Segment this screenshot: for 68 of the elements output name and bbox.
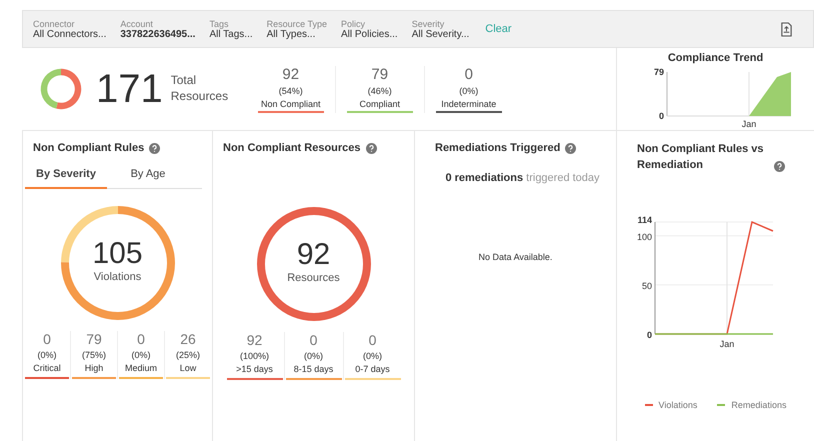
- legend-label: Violations: [658, 400, 698, 410]
- stat-percent: (75%): [82, 350, 106, 360]
- axis-tick-label: 0: [646, 330, 652, 340]
- filter-dropdown[interactable]: Connector All Connectors...: [33, 18, 106, 40]
- axis-tick-label: 100: [636, 232, 652, 242]
- stat-label: >15 days: [236, 364, 273, 374]
- stat-value: 0: [137, 331, 145, 347]
- chart-title: Compliance Trend: [668, 52, 764, 64]
- total-count: 171: [96, 66, 163, 112]
- stat-percent: (54%): [278, 86, 303, 96]
- donut-slice: [40, 68, 61, 109]
- help-icon[interactable]: [565, 142, 576, 154]
- violations-label: Violations: [94, 271, 142, 283]
- stat-label: Low: [180, 363, 196, 373]
- filter-dropdown[interactable]: Resource Type All Types...: [266, 18, 327, 40]
- axis-tick-label: Jan: [741, 119, 756, 129]
- panel-title: Non Compliant Rules vs Remediation: [637, 142, 765, 173]
- stat-label: 0-7 days: [355, 364, 390, 374]
- stat-label: Indeterminate: [441, 98, 496, 108]
- stat-label: 8-15 days: [294, 364, 334, 374]
- stat-value: 0: [368, 332, 376, 348]
- stat-value: 0: [310, 332, 318, 348]
- resources-count: 92: [296, 238, 330, 272]
- stat-percent: (0%): [131, 350, 150, 360]
- stat-label: High: [84, 363, 104, 373]
- stat-label: Medium: [124, 363, 157, 373]
- filter-dropdown[interactable]: Severity All Severity...: [412, 18, 470, 40]
- stat-value: 0: [43, 331, 51, 347]
- help-icon[interactable]: [366, 142, 377, 154]
- tab[interactable]: By Severity: [25, 168, 107, 189]
- stat-value: 26: [180, 331, 196, 347]
- total-label: Total Resources: [170, 73, 230, 105]
- stat-value: 0: [464, 66, 473, 82]
- stat-percent: (0%): [37, 350, 56, 360]
- stat-percent: (0%): [459, 86, 478, 96]
- stat-value: 79: [86, 331, 102, 347]
- resources-label: Resources: [287, 272, 340, 284]
- help-icon[interactable]: [774, 160, 785, 172]
- stat-percent: (25%): [176, 350, 200, 360]
- help-icon[interactable]: [149, 142, 160, 154]
- filter-dropdown[interactable]: Account 337822636495...: [120, 18, 196, 40]
- stat-percent: (0%): [362, 351, 382, 361]
- stat-label: Compliant: [359, 98, 400, 108]
- filter-dropdown[interactable]: Tags All Tags...: [209, 18, 253, 40]
- stat-value: 92: [282, 66, 300, 82]
- document-export-icon[interactable]: [780, 22, 793, 36]
- axis-tick-label: 79: [653, 67, 664, 77]
- filter-dropdown[interactable]: Policy All Policies...: [341, 18, 398, 40]
- tab[interactable]: By Age: [107, 168, 189, 188]
- stat-label: Non Compliant: [260, 98, 321, 108]
- stat-value: 92: [246, 332, 262, 348]
- stat-percent: (100%): [240, 351, 269, 361]
- stat-percent: (46%): [368, 86, 392, 96]
- remediations-summary: 0 remediations triggered today: [445, 172, 600, 184]
- empty-message: No Data Available.: [478, 252, 552, 262]
- axis-tick-label: 114: [637, 214, 652, 225]
- legend-label: Remediations: [731, 400, 786, 410]
- panel-title: Non Compliant Rules: [33, 142, 144, 154]
- panel-title: Non Compliant Resources: [223, 142, 361, 154]
- axis-tick-label: Jan: [720, 338, 734, 349]
- donut-slice: [56, 68, 82, 110]
- stat-label: Critical: [33, 363, 61, 373]
- stat-percent: (0%): [304, 351, 323, 361]
- panel-title: Remediations Triggered: [435, 142, 560, 154]
- stat-value: 79: [371, 66, 388, 82]
- axis-tick-label: 50: [642, 280, 652, 291]
- axis-tick-label: 0: [658, 111, 664, 121]
- violations-count: 105: [92, 237, 143, 271]
